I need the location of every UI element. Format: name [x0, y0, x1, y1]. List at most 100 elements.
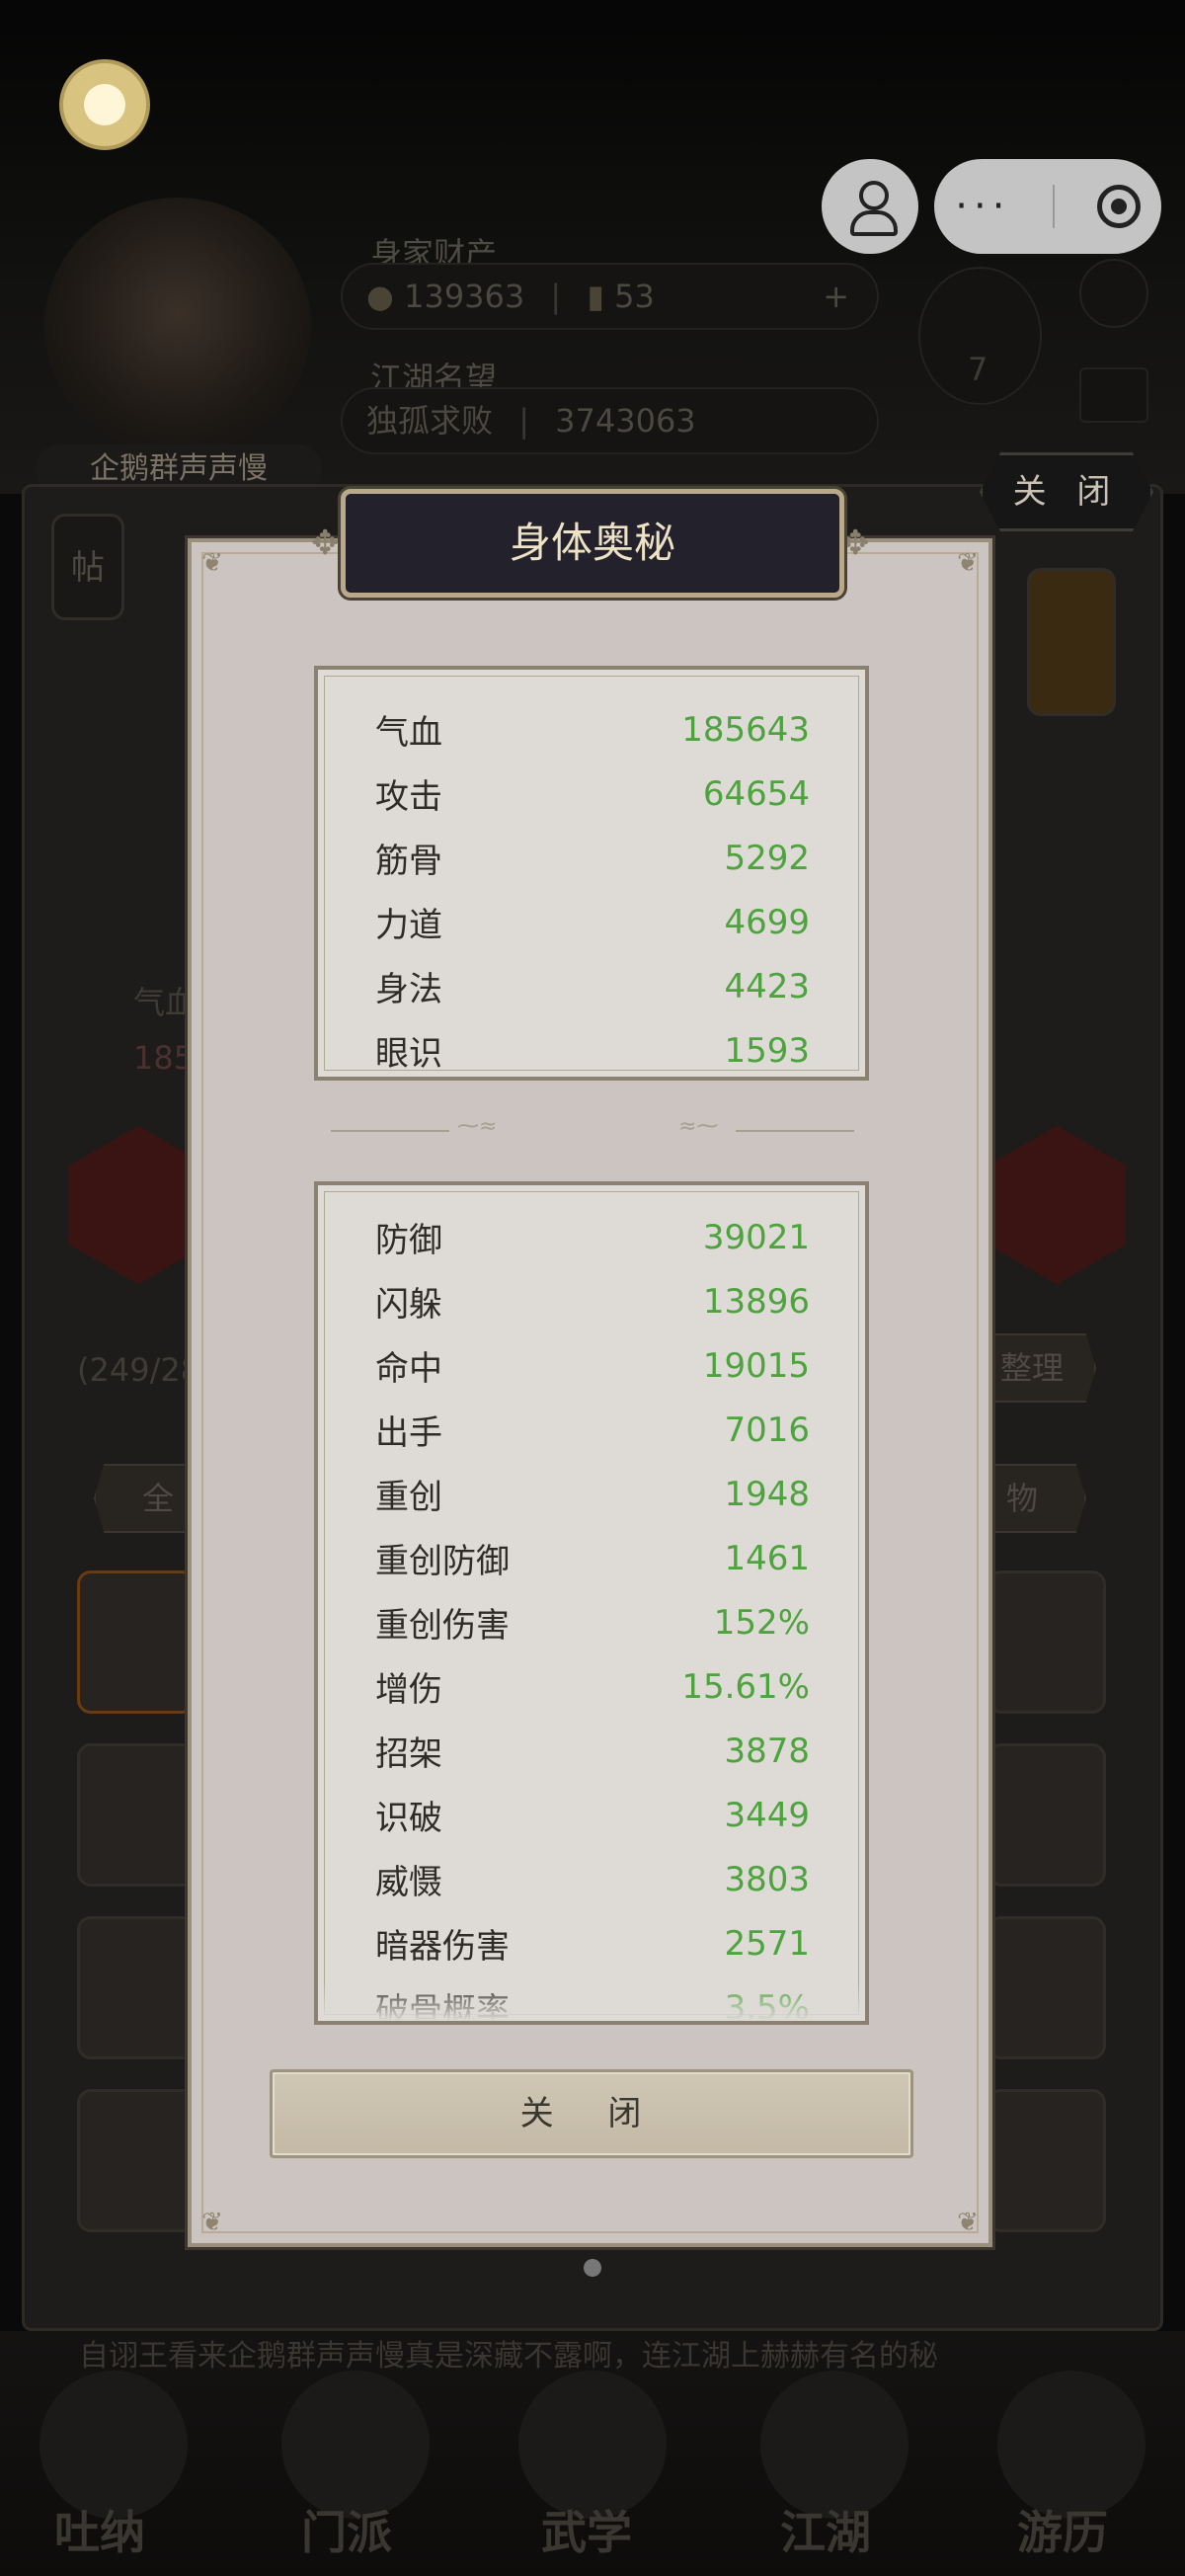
stat-name: 出手 — [375, 1413, 442, 1453]
inventory-slot[interactable] — [77, 1743, 196, 1887]
stat-row: 招架 3878 — [375, 1719, 810, 1783]
basic-stats-list: 气血 185643 攻击 64654 筋骨 5292 力道 4699 身法 4423 眼识 1593 — [375, 697, 810, 1083]
nav-travel-label[interactable]: 游历 — [1017, 2497, 1108, 2562]
stat-name: 力道 — [375, 906, 442, 945]
fame-box: 独孤求败 | 3743063 — [341, 387, 879, 454]
stat-name: 身法 — [375, 970, 442, 1009]
close-miniprogram-icon[interactable] — [1096, 185, 1141, 228]
corner-ornament: ❦ — [957, 2208, 979, 2237]
stat-row: 命中 19015 — [375, 1333, 810, 1398]
post-icon[interactable]: 帖 — [51, 514, 124, 620]
person-icon — [848, 181, 898, 236]
stat-value: 3878 — [724, 1731, 810, 1771]
inventory-slot[interactable] — [988, 2089, 1106, 2232]
stat-name: 重创伤害 — [375, 1606, 510, 1646]
inventory-slot[interactable] — [77, 1570, 196, 1714]
ticket-count: 53 — [614, 278, 655, 315]
basic-stats-panel: 气血 185643 攻击 64654 筋骨 5292 力道 4699 身法 4423 眼识 1593 — [314, 666, 869, 1081]
stat-value: 1461 — [724, 1538, 810, 1578]
title-ornament-right: ✥ — [841, 523, 870, 563]
modal-title: 身体奥秘 — [509, 519, 675, 567]
character-portrait — [44, 198, 311, 454]
nav-martial-label[interactable]: 武学 — [541, 2497, 632, 2562]
add-currency-button[interactable]: + — [823, 265, 849, 328]
stat-row: 增伤 15.61% — [375, 1654, 810, 1719]
inventory-slot[interactable] — [988, 1743, 1106, 1887]
stat-row: 眼识 1593 — [375, 1018, 810, 1083]
stat-value: 3803 — [724, 1859, 810, 1899]
stat-name: 眼识 — [375, 1034, 442, 1074]
stat-value: 7016 — [724, 1409, 810, 1450]
stat-name: 气血 — [375, 713, 442, 753]
stat-name: 筋骨 — [375, 842, 442, 881]
scrolling-announcement: 自诩王看来企鹅群声声慢真是深藏不露啊，连江湖上赫赫有名的秘 — [79, 2339, 938, 2374]
coin-icon: ● — [366, 278, 394, 315]
inventory-slot[interactable] — [77, 2089, 196, 2232]
ticket-icon: ▮ — [587, 278, 604, 315]
stat-row: 攻击 64654 — [375, 762, 810, 826]
miniprogram-capsule: ··· — [934, 159, 1161, 254]
stat-name: 防御 — [375, 1221, 442, 1260]
coin-count: 139363 — [404, 278, 525, 315]
stat-row: 力道 4699 — [375, 890, 810, 954]
stat-value: 15.61% — [681, 1666, 810, 1707]
stat-name: 威慑 — [375, 1863, 442, 1902]
stat-value: 4423 — [724, 966, 810, 1006]
stat-row: 出手 7016 — [375, 1398, 810, 1462]
stat-value: 19015 — [702, 1345, 810, 1386]
stat-row: 闪躲 13896 — [375, 1269, 810, 1333]
stat-row: 身法 4423 — [375, 954, 810, 1018]
section-divider: ⁓≈ ≈⁓ — [331, 1114, 854, 1139]
stat-value: 64654 — [702, 773, 810, 814]
miniprogram-home-button[interactable] — [822, 159, 918, 254]
stat-row: 筋骨 5292 — [375, 826, 810, 890]
inventory-slot[interactable] — [988, 1570, 1106, 1714]
fame-value: 3743063 — [555, 402, 696, 440]
stat-name: 重创 — [375, 1478, 442, 1517]
stat-row: 防御 39021 — [375, 1205, 810, 1269]
inventory-slot[interactable] — [77, 1916, 196, 2059]
stat-value: 2571 — [724, 1923, 810, 1964]
modal-title-bar: 身体奥秘 — [341, 489, 844, 598]
profile-avatar-icon[interactable] — [59, 59, 150, 150]
stat-row: 识破 3449 — [375, 1783, 810, 1847]
stat-row: 重创伤害 152% — [375, 1590, 810, 1654]
stat-name: 暗器伤害 — [375, 1927, 510, 1967]
stat-row: 重创防御 1461 — [375, 1526, 810, 1590]
panel-close-button[interactable]: 关 闭 — [980, 452, 1153, 531]
title-ornament-left: ✥ — [311, 523, 340, 563]
stat-name: 增伤 — [375, 1670, 442, 1710]
lantern-icon[interactable] — [1027, 568, 1116, 716]
page-indicator-dot — [584, 2259, 601, 2277]
stat-value: 1593 — [724, 1030, 810, 1071]
corner-ornament: ❦ — [957, 548, 979, 578]
stat-value: 185643 — [681, 709, 810, 750]
stat-value: 5292 — [724, 838, 810, 878]
stat-value: 13896 — [702, 1281, 810, 1322]
stat-name: 重创防御 — [375, 1542, 510, 1581]
stat-row: 威慑 3803 — [375, 1847, 810, 1911]
inventory-slot[interactable] — [988, 1916, 1106, 2059]
stat-name: 攻击 — [375, 777, 442, 817]
modal-close-button[interactable]: 关 闭 — [270, 2069, 913, 2158]
stat-value: 3449 — [724, 1795, 810, 1835]
nav-sect-label[interactable]: 门派 — [301, 2497, 392, 2562]
corner-ornament: ❦ — [201, 2208, 223, 2237]
nav-jianghu-label[interactable]: 江湖 — [780, 2497, 871, 2562]
stat-value: 152% — [713, 1602, 810, 1643]
wealth-box: ● 139363 | ▮ 53 + — [341, 263, 879, 330]
stat-row: 气血 185643 — [375, 697, 810, 762]
stat-value: 4699 — [724, 902, 810, 942]
stat-row: 暗器伤害 2571 — [375, 1911, 810, 1975]
level-badge: 7 — [968, 351, 988, 388]
combat-stats-panel[interactable]: 防御 39021 闪躲 13896 命中 19015 出手 7016 重创 1948 重创防御 146… — [314, 1181, 869, 2025]
combat-stats-list: 防御 39021 闪躲 13896 命中 19015 出手 7016 重创 1948 重创防御 146… — [375, 1205, 810, 2022]
gear-icon[interactable] — [1079, 259, 1148, 328]
mail-icon[interactable] — [1079, 367, 1148, 423]
corner-ornament: ❦ — [201, 548, 223, 578]
stat-name: 识破 — [375, 1799, 442, 1838]
stat-name: 闪躲 — [375, 1285, 442, 1325]
fame-title: 独孤求败 — [366, 402, 494, 440]
nav-tuna-label[interactable]: 吐纳 — [54, 2497, 145, 2562]
more-icon[interactable]: ··· — [955, 184, 1010, 229]
